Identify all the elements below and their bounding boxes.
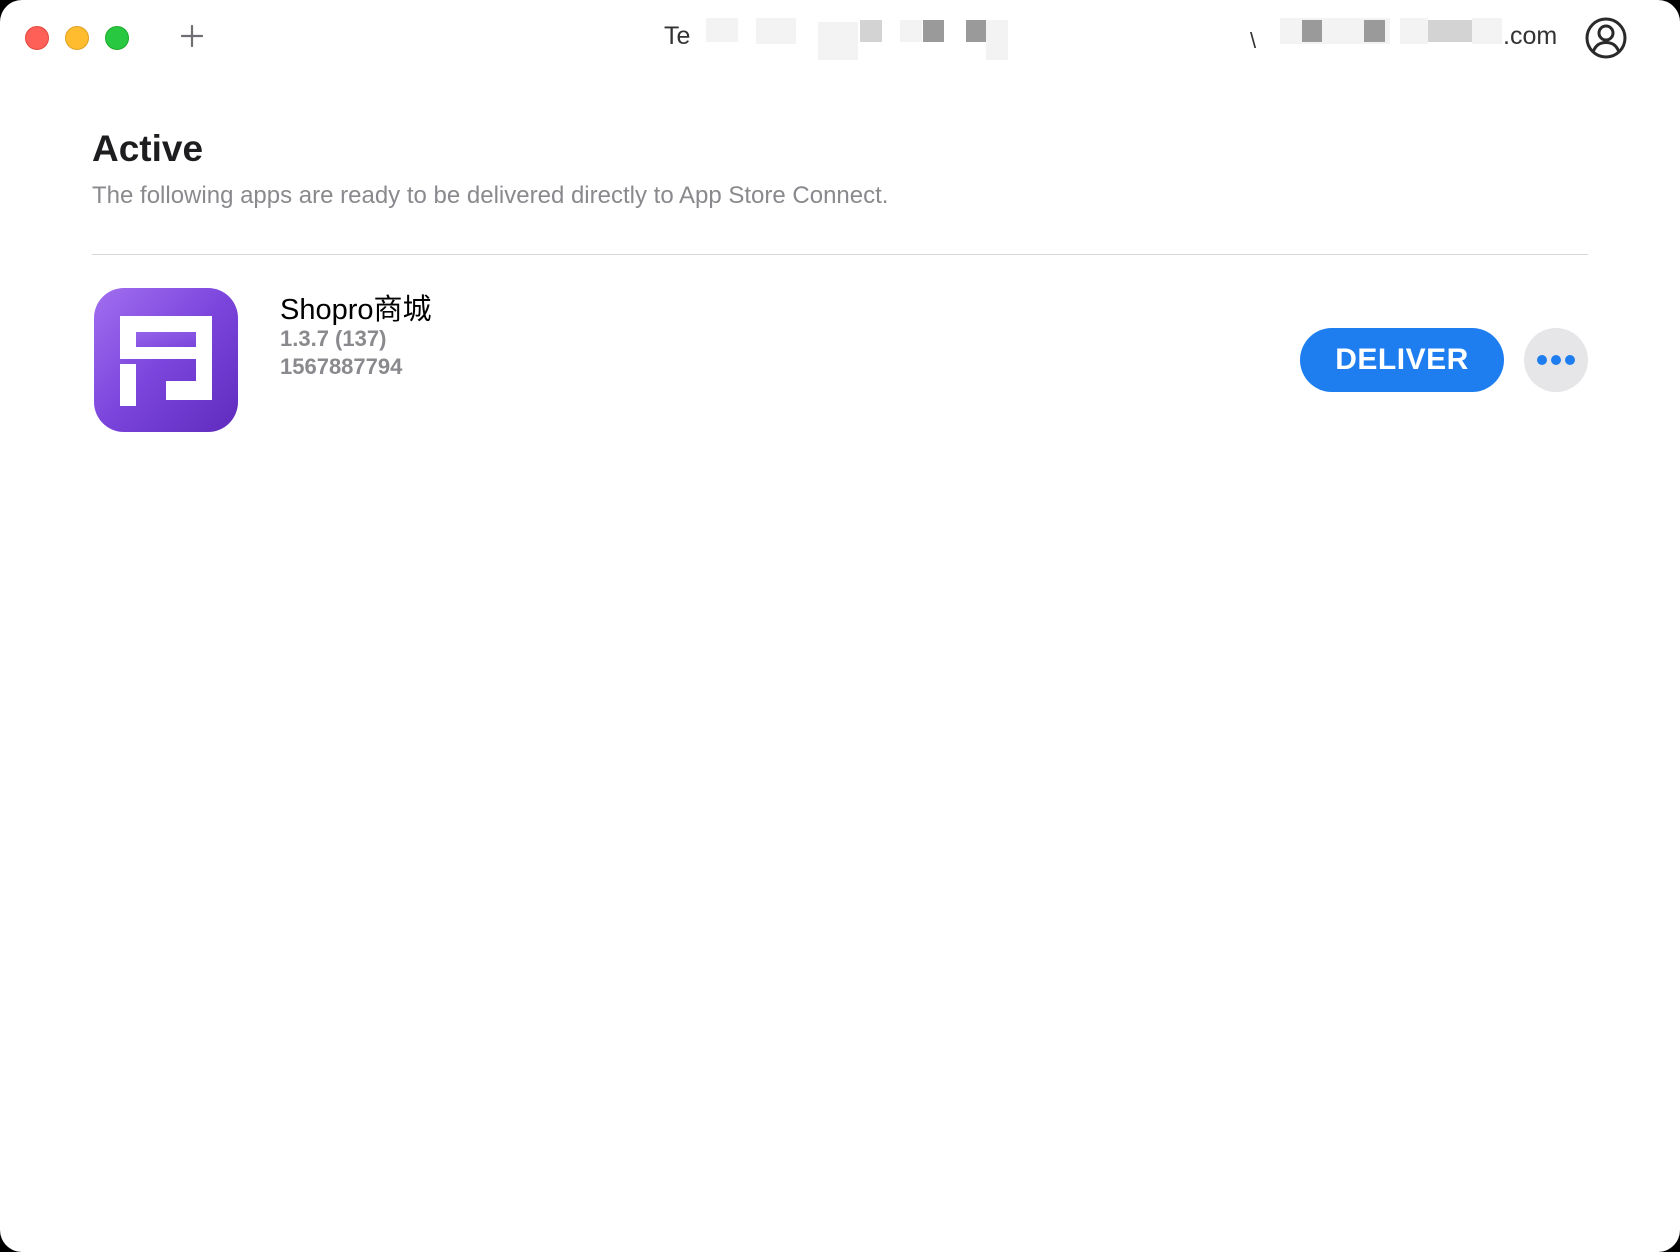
app-name: Shopro商城	[280, 294, 432, 326]
redacted-text	[756, 18, 796, 44]
redacted-text	[1472, 18, 1502, 44]
window-title-start: Te	[664, 22, 691, 50]
minimize-window-button[interactable]	[65, 26, 89, 50]
redacted-text	[1450, 20, 1472, 42]
plus-icon	[180, 24, 204, 48]
maximize-window-button[interactable]	[105, 26, 129, 50]
redacted-text	[1302, 20, 1322, 42]
app-version: 1.3.7 (137)	[280, 326, 387, 351]
redacted-text	[706, 18, 738, 42]
redacted-text	[860, 20, 882, 42]
redacted-text	[986, 20, 1008, 60]
more-options-button[interactable]	[1524, 328, 1588, 392]
redacted-text	[1428, 20, 1450, 42]
ellipsis-icon	[1537, 355, 1575, 365]
section-title: Active	[92, 128, 204, 169]
redacted-text	[818, 22, 858, 60]
app-window: Te \ .com Active The following apps are …	[0, 0, 1680, 1252]
account-email-end: .com	[1503, 22, 1558, 50]
add-button[interactable]	[176, 20, 208, 52]
app-list-item: Shopro商城 1.3.7 (137) 1567887794 DELIVER	[92, 286, 1588, 434]
redacted-text	[923, 20, 944, 42]
account-email-start: \	[1250, 28, 1257, 53]
redacted-text	[1400, 18, 1428, 44]
redacted-text	[1364, 20, 1385, 42]
redacted-text	[966, 20, 986, 42]
title-bar: Te \ .com	[0, 0, 1680, 80]
person-circle-icon	[1585, 17, 1627, 59]
section-subtitle: The following apps are ready to be deliv…	[92, 182, 889, 209]
app-icon	[94, 288, 238, 432]
shopro-logo-icon	[120, 316, 212, 406]
close-window-button[interactable]	[25, 26, 49, 50]
divider	[92, 254, 1588, 255]
redacted-text	[900, 20, 922, 42]
account-button[interactable]	[1584, 16, 1628, 60]
deliver-button[interactable]: DELIVER	[1300, 328, 1504, 392]
app-id: 1567887794	[280, 354, 403, 379]
